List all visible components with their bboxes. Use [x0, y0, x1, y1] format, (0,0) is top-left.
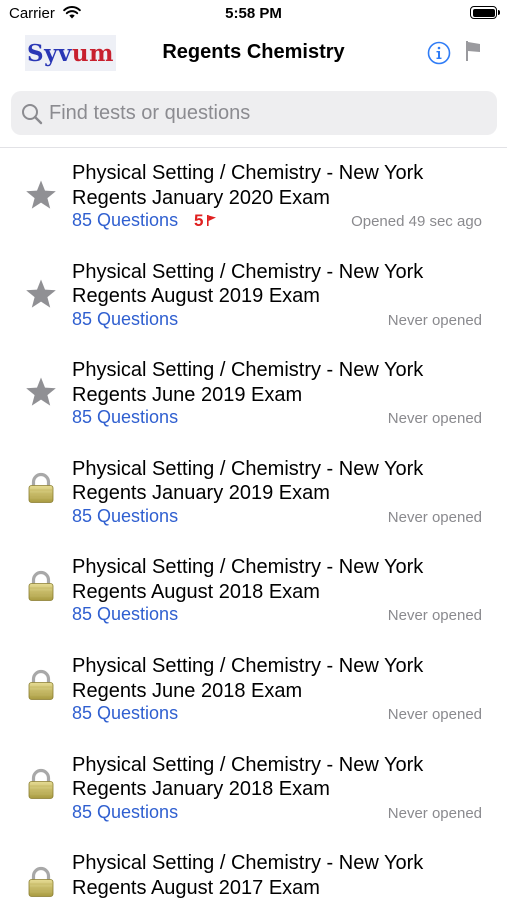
clock: 5:58 PM	[225, 5, 282, 22]
questions-link[interactable]: 85 Questions	[72, 604, 178, 624]
exam-title: Physical Setting / Chemistry - New York R…	[72, 753, 492, 802]
exam-title-line2: Regents January 2019 Exam	[72, 482, 330, 505]
lock-icon	[24, 471, 58, 505]
exam-title-line1: Physical Setting / Chemistry - New York	[72, 260, 424, 283]
star-icon[interactable]	[24, 375, 58, 409]
status-bar: Carrier 5:58 PM	[0, 0, 507, 28]
questions-link[interactable]: 85 Questions	[72, 309, 178, 329]
opened-status: Never opened	[387, 607, 482, 625]
opened-status: Never opened	[387, 311, 482, 329]
search-icon	[22, 104, 43, 125]
exam-row[interactable]: Physical Setting / Chemistry - New York R…	[0, 345, 507, 444]
exam-row[interactable]: Physical Setting / Chemistry - New York R…	[0, 542, 507, 641]
navigation-bar: Syvum Regents Chemistry	[0, 28, 507, 78]
flag-count-badge[interactable]: 5	[194, 211, 217, 231]
exam-row[interactable]: Physical Setting / Chemistry - New York R…	[0, 148, 507, 247]
exam-row[interactable]: Physical Setting / Chemistry - New York R…	[0, 444, 507, 543]
exam-title-line1: Physical Setting / Chemistry - New York	[72, 556, 424, 579]
exam-meta: 85 Questions Never opened	[72, 407, 482, 429]
exam-title: Physical Setting / Chemistry - New York R…	[72, 260, 492, 309]
opened-status: Never opened	[387, 705, 482, 723]
exam-title-line2: Regents June 2018 Exam	[72, 679, 303, 702]
questions-link[interactable]: 85 Questions	[72, 703, 178, 723]
exam-row[interactable]: Physical Setting / Chemistry - New York R…	[0, 247, 507, 346]
opened-status: Opened 49 sec ago	[351, 213, 482, 230]
questions-link[interactable]: 85 Questions	[72, 506, 178, 526]
exam-title: Physical Setting / Chemistry - New York R…	[72, 161, 492, 210]
exam-title-line1: Physical Setting / Chemistry - New York	[72, 852, 424, 875]
search-input[interactable]	[49, 91, 489, 135]
lock-icon	[24, 767, 58, 801]
exam-title: Physical Setting / Chemistry - New York R…	[72, 555, 492, 604]
exam-list: Physical Setting / Chemistry - New York R…	[0, 148, 507, 900]
exam-row[interactable]: Physical Setting / Chemistry - New York R…	[0, 740, 507, 839]
exam-meta: 85 Questions 5 Opened 49 sec ago	[72, 210, 482, 232]
exam-meta: 85 Questions Never opened	[72, 703, 482, 725]
search-bar[interactable]	[11, 91, 497, 135]
flag-icon[interactable]	[464, 40, 482, 62]
exam-title-line1: Physical Setting / Chemistry - New York	[72, 457, 424, 480]
questions-link[interactable]: 85 Questions	[72, 802, 178, 822]
exam-title-line1: Physical Setting / Chemistry - New York	[72, 753, 424, 776]
questions-link[interactable]: 85 Questions	[72, 407, 178, 427]
exam-meta: 85 Questions Never opened	[72, 802, 482, 824]
battery-icon	[470, 6, 500, 19]
exam-title-line1: Physical Setting / Chemistry - New York	[72, 654, 424, 677]
star-icon[interactable]	[24, 178, 58, 212]
lock-icon	[24, 569, 58, 603]
exam-meta: 85 Questions Never opened	[72, 604, 482, 626]
exam-title: Physical Setting / Chemistry - New York R…	[72, 654, 492, 703]
exam-title: Physical Setting / Chemistry - New York R…	[72, 851, 492, 900]
exam-row[interactable]: Physical Setting / Chemistry - New York R…	[0, 641, 507, 740]
exam-meta: 85 Questions Never opened	[72, 506, 482, 528]
opened-status: Never opened	[387, 410, 482, 428]
opened-status: Never opened	[387, 508, 482, 526]
exam-meta: 85 Questions Never opened	[72, 309, 482, 331]
star-icon[interactable]	[24, 277, 58, 311]
info-icon[interactable]	[427, 41, 451, 65]
exam-title-line1: Physical Setting / Chemistry - New York	[72, 162, 424, 184]
lock-icon	[24, 668, 58, 702]
exam-title: Physical Setting / Chemistry - New York R…	[72, 457, 492, 506]
flag-icon	[203, 211, 217, 230]
exam-title: Physical Setting / Chemistry - New York R…	[72, 358, 492, 407]
exam-title-line2: Regents August 2017 Exam	[72, 876, 320, 899]
exam-title-line2: Regents August 2019 Exam	[72, 285, 320, 308]
lock-icon	[24, 865, 58, 899]
exam-title-line2: Regents January 2018 Exam	[72, 778, 330, 801]
exam-title-line2: Regents June 2019 Exam	[72, 383, 303, 406]
exam-title-line1: Physical Setting / Chemistry - New York	[72, 359, 424, 382]
exam-title-line2: Regents August 2018 Exam	[72, 580, 320, 603]
exam-row[interactable]: Physical Setting / Chemistry - New York R…	[0, 838, 507, 900]
opened-status: Never opened	[387, 804, 482, 822]
questions-link[interactable]: 85 Questions	[72, 210, 178, 230]
exam-title-line2: Regents January 2020 Exam	[72, 186, 330, 209]
